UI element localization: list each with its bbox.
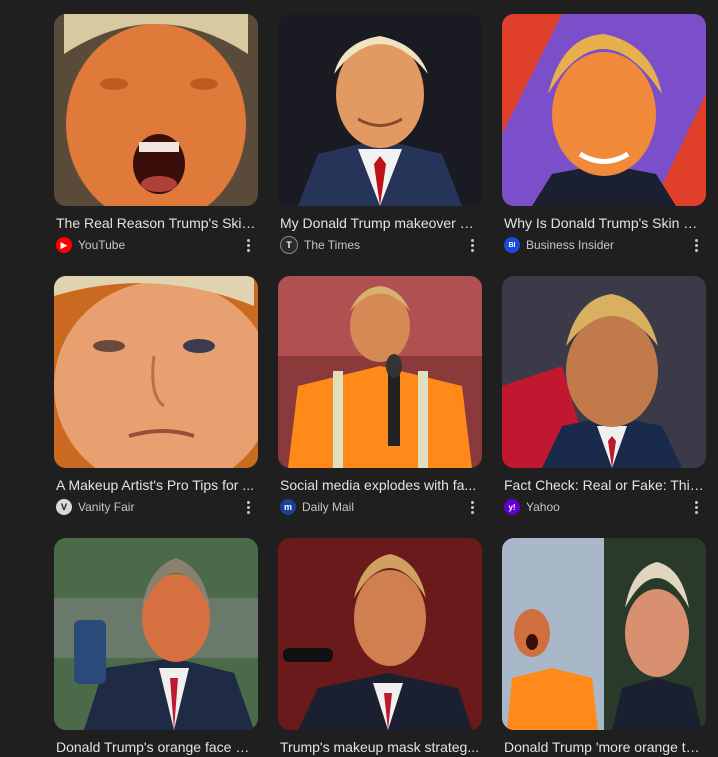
result-title[interactable]: Donald Trump 'more orange th... bbox=[504, 738, 704, 756]
result-title[interactable]: Social media explodes with fa... bbox=[280, 476, 480, 494]
result-card: Social media explodes with fa... m Daily… bbox=[278, 276, 482, 515]
result-thumbnail[interactable] bbox=[278, 14, 482, 206]
result-title[interactable]: Trump's makeup mask strateg... bbox=[280, 738, 480, 756]
image-results-grid: The Real Reason Trump's Skin ... ▶ YouTu… bbox=[54, 14, 706, 755]
result-source-name[interactable]: Vanity Fair bbox=[78, 499, 240, 515]
result-card: A Makeup Artist's Pro Tips for ... V Van… bbox=[54, 276, 258, 515]
more-options-icon[interactable] bbox=[688, 499, 704, 515]
the-times-icon: T bbox=[280, 236, 298, 254]
more-options-icon[interactable] bbox=[240, 499, 256, 515]
result-title[interactable]: Donald Trump's orange face m... bbox=[56, 738, 256, 756]
result-source-row: BI Business Insider bbox=[504, 236, 704, 254]
vanity-fair-icon: V bbox=[56, 499, 72, 515]
result-source-row: m Daily Mail bbox=[280, 498, 480, 516]
result-source-name[interactable]: Business Insider bbox=[526, 237, 688, 253]
result-source-row: V Vanity Fair bbox=[56, 498, 256, 516]
more-options-icon[interactable] bbox=[464, 237, 480, 253]
result-thumbnail[interactable] bbox=[278, 538, 482, 730]
more-options-icon[interactable] bbox=[240, 237, 256, 253]
result-thumbnail[interactable] bbox=[54, 538, 258, 730]
result-title[interactable]: A Makeup Artist's Pro Tips for ... bbox=[56, 476, 256, 494]
more-options-icon[interactable] bbox=[688, 237, 704, 253]
result-source-name[interactable]: Yahoo bbox=[526, 499, 688, 515]
result-title[interactable]: My Donald Trump makeover —... bbox=[280, 214, 480, 232]
youtube-icon: ▶ bbox=[56, 237, 72, 253]
result-thumbnail[interactable] bbox=[502, 276, 706, 468]
business-insider-icon: BI bbox=[504, 237, 520, 253]
result-thumbnail[interactable] bbox=[54, 276, 258, 468]
result-source-name[interactable]: The Times bbox=[304, 237, 464, 253]
result-card: The Real Reason Trump's Skin ... ▶ YouTu… bbox=[54, 14, 258, 253]
result-thumbnail[interactable] bbox=[54, 14, 258, 206]
result-thumbnail[interactable] bbox=[502, 538, 706, 730]
image-results-page: The Real Reason Trump's Skin ... ▶ YouTu… bbox=[0, 0, 718, 757]
result-card: Trump's makeup mask strateg... bbox=[278, 538, 482, 755]
result-card: My Donald Trump makeover —... T The Time… bbox=[278, 14, 482, 254]
yahoo-icon: y! bbox=[504, 499, 520, 515]
result-thumbnail[interactable] bbox=[278, 276, 482, 468]
result-card: Donald Trump 'more orange th... bbox=[502, 538, 706, 755]
result-thumbnail[interactable] bbox=[502, 14, 706, 206]
result-source-name[interactable]: Daily Mail bbox=[302, 499, 464, 515]
result-source-row: y! Yahoo bbox=[504, 498, 704, 516]
result-source-name[interactable]: YouTube bbox=[78, 237, 240, 253]
result-title[interactable]: Fact Check: Real or Fake: This ... bbox=[504, 476, 704, 494]
result-card: Donald Trump's orange face m... bbox=[54, 538, 258, 755]
result-title[interactable]: The Real Reason Trump's Skin ... bbox=[56, 214, 256, 232]
result-source-row: ▶ YouTube bbox=[56, 236, 256, 254]
result-card: Fact Check: Real or Fake: This ... y! Ya… bbox=[502, 276, 706, 515]
daily-mail-icon: m bbox=[280, 499, 296, 515]
result-title[interactable]: Why Is Donald Trump's Skin Or... bbox=[504, 214, 704, 232]
result-card: Why Is Donald Trump's Skin Or... BI Busi… bbox=[502, 14, 706, 253]
result-source-row: T The Times bbox=[280, 236, 480, 254]
more-options-icon[interactable] bbox=[464, 499, 480, 515]
